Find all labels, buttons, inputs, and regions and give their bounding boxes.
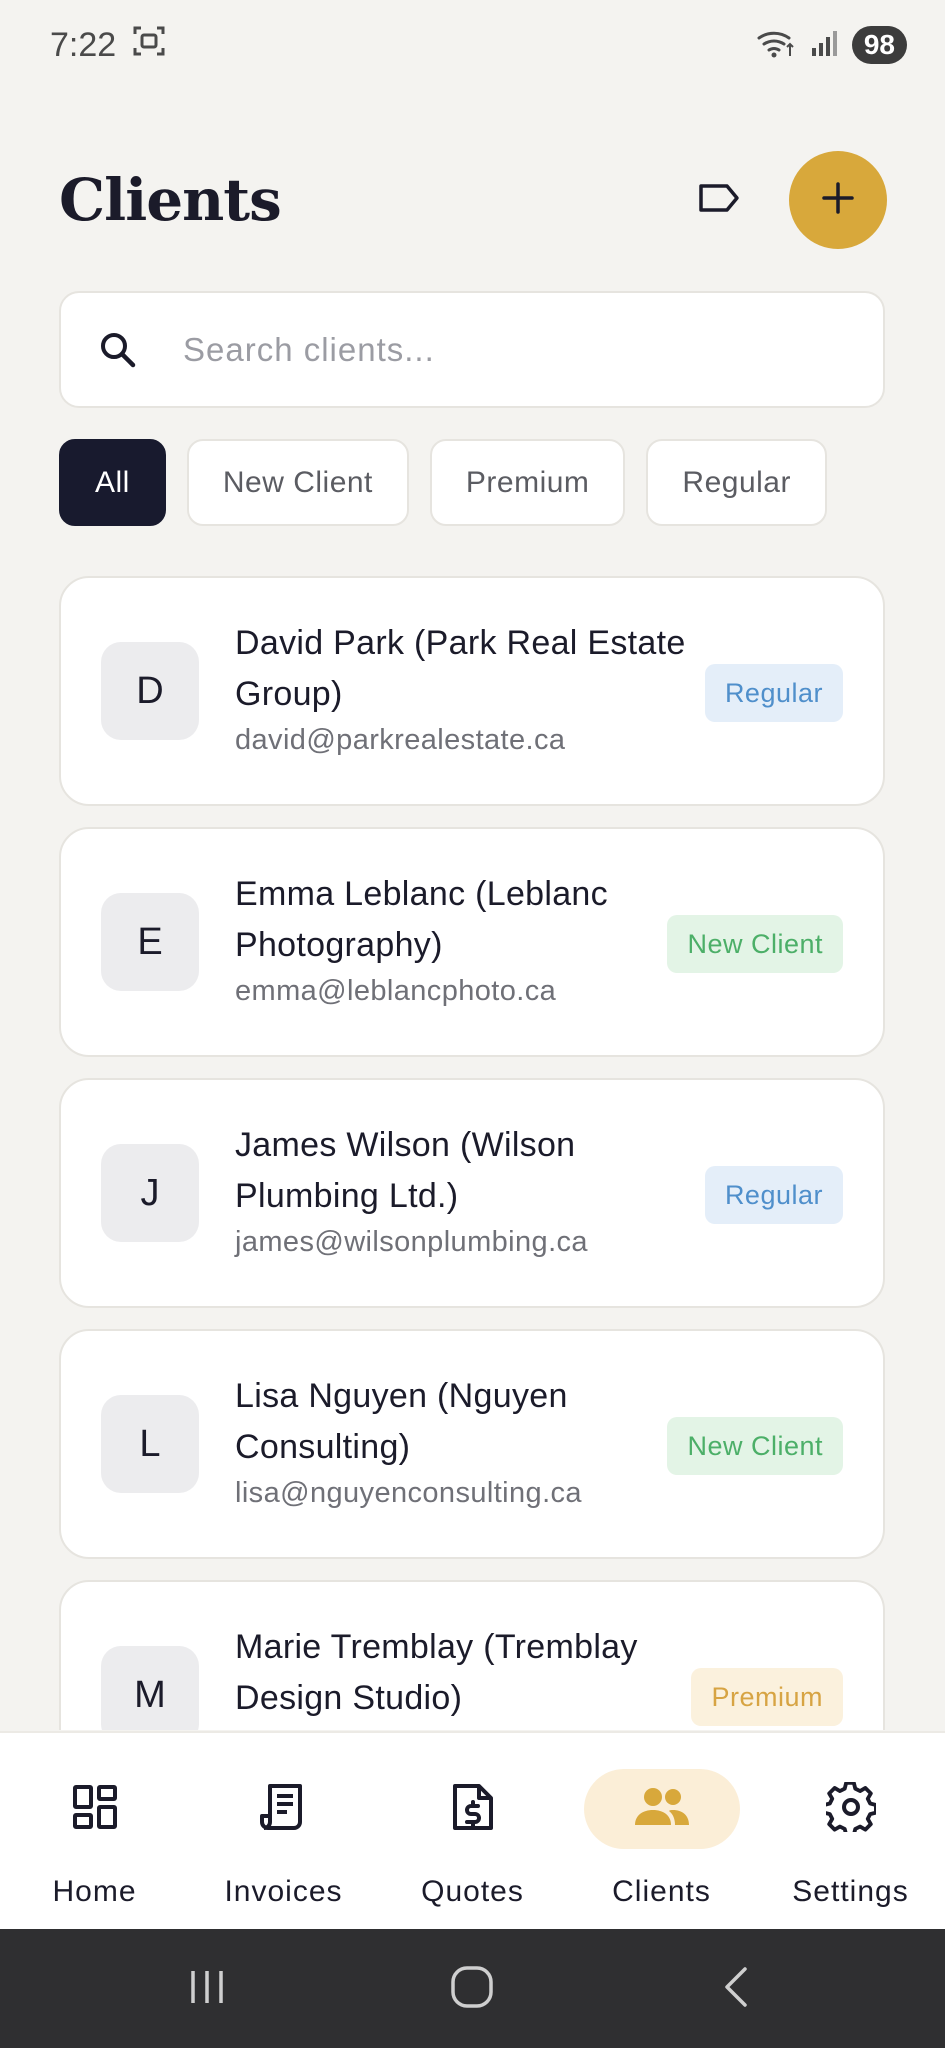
nav-label: Home [52, 1875, 137, 1908]
tags-button[interactable] [689, 170, 749, 230]
gear-icon [821, 1780, 878, 1837]
back-chevron-icon [719, 1965, 755, 2014]
nav-item-quotes[interactable]: Quotes [378, 1733, 567, 1931]
status-badge: Regular [704, 664, 843, 722]
plus-icon [821, 181, 855, 220]
signal-icon [810, 28, 840, 63]
screenshot-icon [132, 24, 166, 67]
client-card[interactable]: D David Park (Park Real Estate Group) da… [59, 576, 885, 806]
nav-item-invoices[interactable]: Invoices [189, 1733, 378, 1931]
avatar: M [101, 1646, 199, 1730]
quote-document-icon [451, 1782, 495, 1837]
client-card[interactable]: J James Wilson (Wilson Plumbing Ltd.) ja… [59, 1078, 885, 1308]
search-icon [97, 329, 139, 371]
filter-chip-new-client[interactable]: New Client [186, 439, 409, 526]
home-dashboard-icon [71, 1783, 119, 1836]
wifi-icon [756, 26, 798, 65]
status-badge: Regular [704, 1166, 843, 1224]
nav-item-settings[interactable]: Settings [756, 1733, 945, 1931]
client-email: david@parkrealestate.ca [235, 724, 566, 756]
filter-chip-premium[interactable]: Premium [429, 439, 626, 526]
filter-chip-all[interactable]: All [59, 439, 166, 526]
nav-item-clients[interactable]: Clients [567, 1733, 756, 1931]
client-list: D David Park (Park Real Estate Group) da… [59, 576, 887, 1730]
battery-indicator: 98 [851, 26, 907, 64]
search-box[interactable] [59, 291, 885, 408]
client-email: lisa@nguyenconsulting.ca [235, 1477, 582, 1509]
status-badge: Premium [691, 1668, 843, 1726]
client-card[interactable]: L Lisa Nguyen (Nguyen Consulting) lisa@n… [59, 1329, 885, 1559]
back-button[interactable] [707, 1959, 767, 2019]
client-card[interactable]: E Emma Leblanc (Leblanc Photography) emm… [59, 827, 885, 1057]
avatar: J [101, 1144, 199, 1242]
recent-apps-icon [187, 1967, 227, 2012]
bottom-nav: Home Invoices Quotes Clients Settings [0, 1731, 945, 1929]
filter-chip-regular[interactable]: Regular [646, 439, 827, 526]
client-name: Lisa Nguyen (Nguyen Consulting) [235, 1377, 568, 1466]
filter-chips: All New Client Premium Regular [59, 439, 827, 526]
system-nav-bar [0, 1929, 945, 2048]
recent-apps-button[interactable] [177, 1959, 237, 2019]
client-name: David Park (Park Real Estate Group) [235, 624, 686, 713]
home-button[interactable] [442, 1959, 502, 2019]
status-badge: New Client [667, 1417, 843, 1475]
avatar: E [101, 893, 199, 991]
avatar: D [101, 642, 199, 740]
nav-label: Quotes [421, 1875, 524, 1908]
status-badge: New Client [667, 915, 843, 973]
status-right: 98 [756, 26, 907, 65]
tag-icon [697, 182, 741, 219]
home-circle-icon [450, 1965, 494, 2014]
client-card[interactable]: M Marie Tremblay (Tremblay Design Studio… [59, 1580, 885, 1730]
avatar: L [101, 1395, 199, 1493]
client-email: emma@leblancphoto.ca [235, 975, 557, 1007]
add-client-button[interactable] [789, 151, 887, 249]
search-input[interactable] [183, 330, 783, 369]
nav-label: Clients [612, 1875, 711, 1908]
status-bar: 7:22 98 [0, 0, 945, 90]
nav-item-home[interactable]: Home [0, 1733, 189, 1931]
status-time: 7:22 [50, 25, 117, 64]
page-title: Clients [59, 166, 282, 234]
status-left: 7:22 [50, 24, 166, 67]
nav-label: Settings [792, 1875, 909, 1908]
nav-label: Invoices [224, 1875, 343, 1908]
client-name: Emma Leblanc (Leblanc Photography) [235, 875, 608, 964]
client-email: james@wilsonplumbing.ca [235, 1226, 588, 1258]
header: Clients [59, 145, 887, 255]
client-name: James Wilson (Wilson Plumbing Ltd.) [235, 1126, 576, 1215]
header-actions [689, 151, 887, 249]
invoice-icon [259, 1782, 308, 1837]
people-icon [633, 1787, 691, 1832]
client-name: Marie Tremblay (Tremblay Design Studio) [235, 1628, 638, 1717]
